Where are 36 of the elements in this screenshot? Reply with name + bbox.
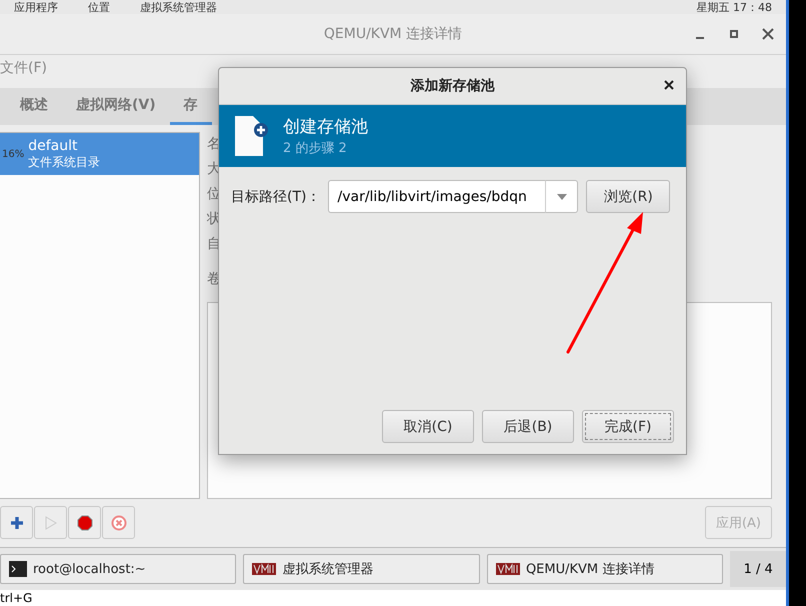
browse-button[interactable]: 浏览(R) [586,180,670,213]
panel-menu[interactable]: 位置 [88,0,110,14]
pool-type: 文件系统目录 [28,154,100,170]
field-label: 目标路径(T)： [231,188,320,206]
path-field[interactable]: /var/lib/libvirt/images/bdqn [328,180,546,213]
step-text: 2 的步骤 2 [283,140,348,157]
dialog-button[interactable]: 完成(F) [582,410,674,443]
dialog-title: 添加新存储池 [410,77,494,95]
dialog-button[interactable]: 取消(C) [382,410,474,443]
add-button[interactable] [0,506,33,539]
workspace-indicator[interactable]: 1 / 4 [730,551,786,587]
status-text: trl+G [0,590,32,606]
panel-menu[interactable]: 应用程序 [14,0,58,14]
taskbar-item[interactable]: QEMU/KVM 连接详情 [486,554,724,584]
taskbar-item[interactable]: root@localhost:~ [0,554,236,584]
stop-icon [76,514,92,530]
window-title: QEMU/KVM 连接详情 [324,25,462,43]
stop-button[interactable] [68,506,101,539]
usage-text: 16% [2,148,24,160]
delete-icon [110,514,126,530]
play-icon [44,516,56,530]
close-icon[interactable] [664,80,674,90]
clock: 星期五 17：48 [696,0,772,14]
header-title: 创建存储池 [283,116,368,138]
terminal-icon [9,561,27,577]
pool-name: default [28,138,78,154]
vm-logo-icon [496,563,520,575]
dropdown-button[interactable] [545,180,578,213]
taskbar-item[interactable]: 虚拟系统管理器 [243,554,480,584]
plus-icon [10,516,24,530]
new-document-icon [233,114,269,158]
vm-logo-icon [252,563,276,575]
dropdown-icon [556,194,567,200]
start-button[interactable] [34,506,67,539]
dialog-button[interactable]: 后退(B) [482,410,574,443]
panel-menu[interactable]: 虚拟系统管理器 [140,0,217,14]
